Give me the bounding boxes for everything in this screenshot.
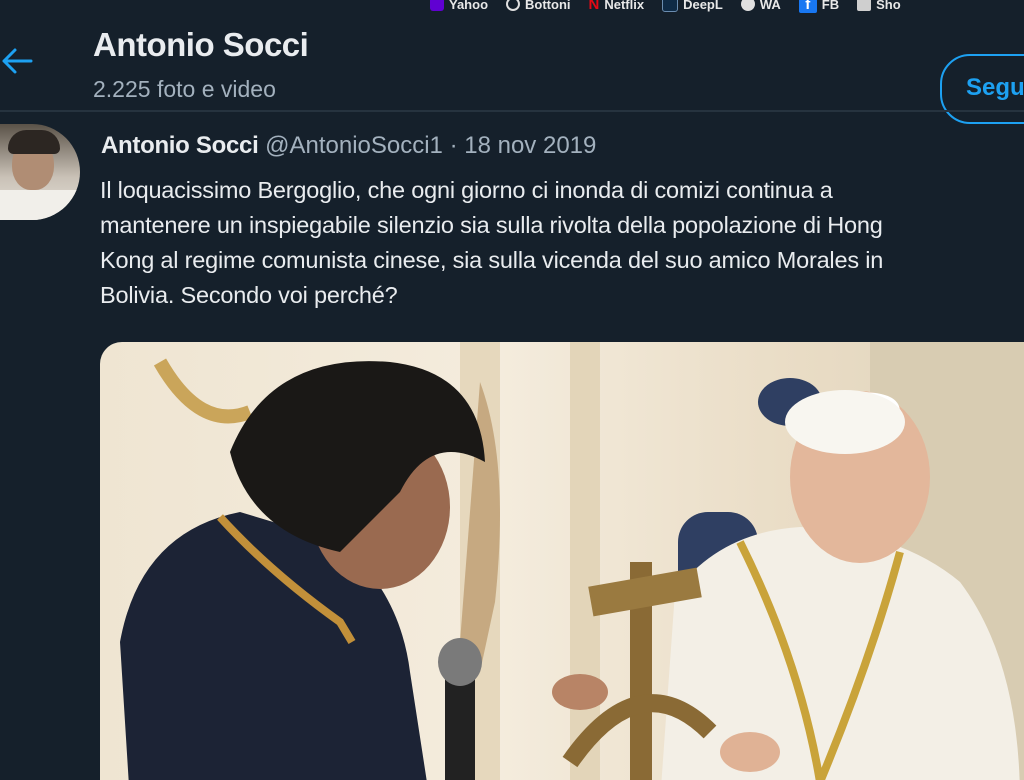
profile-name: Antonio Socci — [93, 26, 309, 63]
bookmark-label: WA — [759, 0, 781, 12]
photo-illustration — [120, 342, 1024, 780]
folder-icon — [857, 0, 872, 11]
bookmark-label: Bottoni — [525, 0, 571, 12]
bookmark-deepl[interactable]: DeepL — [662, 0, 723, 12]
tweet-author-name[interactable]: Antonio Socci — [101, 132, 259, 159]
tweet-photo[interactable] — [100, 342, 1024, 780]
bookmark-yahoo[interactable]: Yahoo — [430, 0, 488, 12]
avatar[interactable] — [0, 124, 80, 220]
back-arrow-icon — [2, 48, 33, 74]
tweet-author-handle[interactable]: @AntonioSocci1 — [265, 132, 443, 159]
bookmark-label: DeepL — [683, 0, 723, 12]
facebook-icon: f — [798, 0, 817, 13]
bookmark-fb[interactable]: f FB — [798, 0, 840, 13]
back-button[interactable] — [0, 46, 34, 76]
twitter-profile-page: Yahoo Bottoni N Netflix DeepL WA f FB Sh… — [0, 0, 1024, 780]
bookmark-folder[interactable]: Sho — [857, 0, 901, 12]
bookmark-wa[interactable]: WA — [740, 0, 781, 12]
tweet-text-line: Kong al regime comunista cinese, sia sul… — [100, 247, 884, 273]
tweet-text-line: Bolivia. Secondo voi perché? — [100, 282, 398, 308]
tweet-text-line: mantenere un inspiegabile silenzio sia s… — [100, 212, 883, 238]
yahoo-icon — [430, 0, 444, 11]
bookmark-netflix[interactable]: N Netflix — [589, 0, 645, 13]
bookmark-label: FB — [821, 0, 840, 12]
bookmark-label: Netflix — [604, 0, 645, 12]
bookmark-icon — [506, 0, 521, 11]
profile-header: Antonio Socci 2.225 foto e video Segu — [0, 18, 1024, 124]
header-divider — [0, 110, 1024, 112]
follow-button[interactable]: Segu — [940, 54, 1024, 124]
tweet-text-line: Il loquacissimo Bergoglio, che ogni gior… — [100, 177, 833, 203]
whatsapp-icon — [740, 0, 755, 11]
tweet-date[interactable]: 18 nov 2019 — [464, 132, 596, 159]
bookmark-label: Sho — [876, 0, 901, 12]
bookmark-bottoni[interactable]: Bottoni — [506, 0, 571, 12]
browser-bookmarks-bar: Yahoo Bottoni N Netflix DeepL WA f FB Sh… — [430, 0, 901, 14]
tweet-header: Antonio Socci @AntonioSocci1 · 18 nov 20… — [101, 132, 596, 160]
deepl-icon — [662, 0, 679, 12]
tweet-text: Il loquacissimo Bergoglio, che ogni gior… — [100, 173, 1024, 313]
meta-separator: · — [449, 132, 458, 159]
netflix-icon: N — [588, 0, 600, 13]
media-count: 2.225 foto e video — [93, 76, 276, 102]
bookmark-label: Yahoo — [449, 0, 489, 12]
